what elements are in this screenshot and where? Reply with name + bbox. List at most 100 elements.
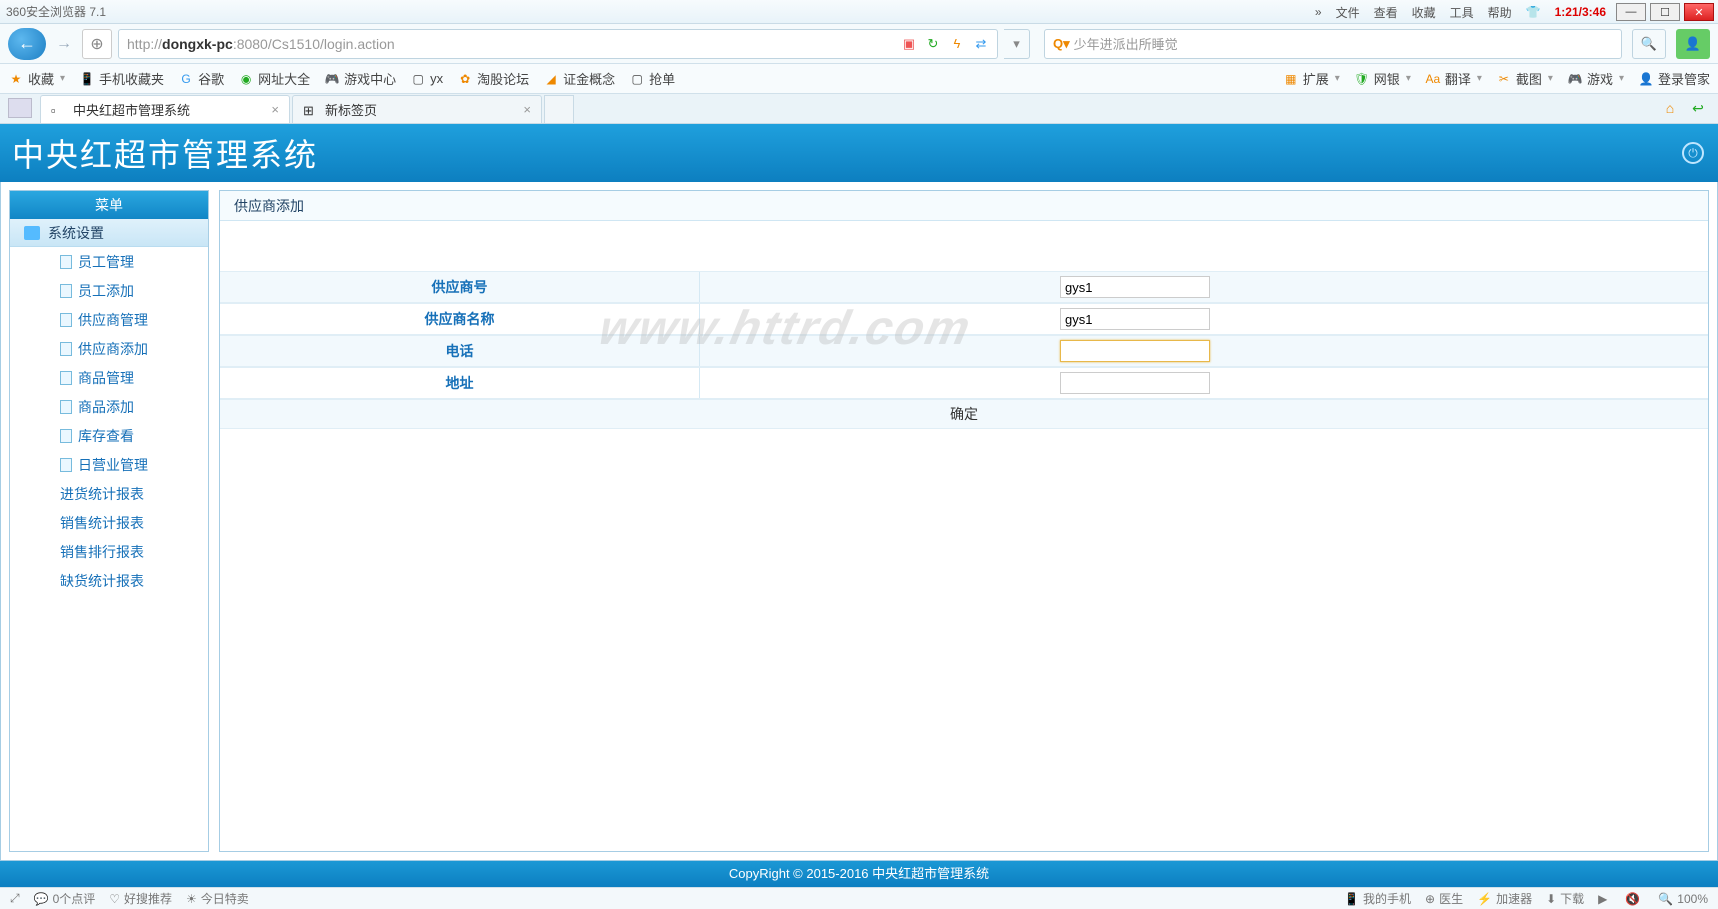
bookmark-icon: ★ [8,71,24,87]
tab-close-button[interactable]: × [271,102,279,117]
status-right-1[interactable]: ⊕医生 [1425,890,1463,907]
input-address[interactable] [1060,372,1210,394]
bookmark-icon: G [178,71,194,87]
search-button[interactable]: 🔍 [1632,29,1666,59]
bookmark-item-6[interactable]: ✿淘股论坛 [457,69,529,88]
status-right-0[interactable]: 📱我的手机 [1344,890,1411,907]
status-label: 今日特卖 [201,890,249,907]
sidebar-item-1[interactable]: 员工添加 [10,276,208,305]
toolbar-item-1[interactable]: 🛡网银▾ [1354,69,1411,88]
power-icon[interactable]: ⏻ [1682,142,1704,164]
refresh-icon[interactable]: ↻ [925,36,941,52]
document-icon [60,284,72,298]
menu-tools[interactable]: 工具 [1444,4,1480,21]
status-indicator-icon[interactable]: ⤢ [10,891,20,906]
block-icon[interactable]: ▣ [901,36,917,52]
bookmark-icon: ◉ [238,71,254,87]
status-label: 下载 [1560,890,1584,907]
bookmark-item-0[interactable]: ★收藏▾ [8,69,65,88]
sidebar-item-label: 商品管理 [78,368,134,388]
sidebar-item-5[interactable]: 商品添加 [10,392,208,421]
tab-0[interactable]: ▫中央红超市管理系统× [40,95,290,123]
status-right-4[interactable]: ▶ [1598,892,1611,906]
restore-icon[interactable]: ↩ [1688,98,1708,118]
sidebar-header: 菜单 [10,191,208,219]
chevron-down-icon: ▾ [1477,73,1482,84]
tab-1[interactable]: ⊞新标签页× [292,95,542,123]
toolbar-item-4[interactable]: 🎮游戏▾ [1567,69,1624,88]
nav-back-button[interactable]: ← [8,28,46,60]
status-icon: ☀ [186,892,197,906]
menu-file[interactable]: 文件 [1330,4,1366,21]
sidebar-item-label: 商品添加 [78,397,134,417]
menu-fav[interactable]: 收藏 [1406,4,1442,21]
tab-close-button[interactable]: × [523,102,531,117]
reload-button[interactable]: ⊕ [82,29,112,59]
compat-icon[interactable]: ⇄ [973,36,989,52]
input-phone[interactable] [1060,340,1210,362]
bookmark-item-7[interactable]: ◢证金概念 [543,69,615,88]
skin-icon[interactable]: 👕 [1520,5,1547,19]
input-supplier-no[interactable] [1060,276,1210,298]
submit-button[interactable]: 确定 [940,402,988,426]
status-icon: ▶ [1598,892,1607,906]
input-supplier-name[interactable] [1060,308,1210,330]
sidebar-group-system[interactable]: 系统设置 [10,219,208,247]
bookmark-label: yx [430,71,443,86]
sidebar-item-0[interactable]: 员工管理 [10,247,208,276]
status-right-2[interactable]: ⚡加速器 [1477,890,1532,907]
toolbar-item-5[interactable]: 👤登录管家 [1638,69,1710,88]
toolbar-label: 翻译 [1445,69,1471,88]
lightning-icon[interactable]: ϟ [949,36,965,52]
sidebar-item-3[interactable]: 供应商添加 [10,334,208,363]
sidebar-item-label: 缺货统计报表 [60,571,144,591]
toolbar-item-2[interactable]: Aa翻译▾ [1425,69,1482,88]
sidebar-item-6[interactable]: 库存查看 [10,421,208,450]
search-input[interactable]: Q▾ 少年进派出所睡觉 [1044,29,1622,59]
sidebar-item-10[interactable]: 销售排行报表 [10,537,208,566]
toolbar-label: 截图 [1516,69,1542,88]
app-title: 中央红超市管理系统 [12,130,318,176]
sidebar-item-label: 员工管理 [78,252,134,272]
bookmark-item-1[interactable]: 📱手机收藏夹 [79,69,164,88]
bookmark-item-8[interactable]: ▢抢单 [629,69,675,88]
toolbar-item-3[interactable]: ✂截图▾ [1496,69,1553,88]
sidebar-item-9[interactable]: 销售统计报表 [10,508,208,537]
window-maximize-button[interactable]: ☐ [1650,3,1680,21]
bookmark-item-5[interactable]: ▢yx [410,69,443,88]
bookmark-item-4[interactable]: 🎮游戏中心 [324,69,396,88]
sidebar-item-2[interactable]: 供应商管理 [10,305,208,334]
bookmark-item-3[interactable]: ◉网址大全 [238,69,310,88]
chevron-down-icon: ▾ [1335,73,1340,84]
status-right-5[interactable]: 🔇 [1625,892,1644,906]
nav-forward-button[interactable]: → [52,32,76,56]
window-minimize-button[interactable]: — [1616,3,1646,21]
sidebar-item-7[interactable]: 日营业管理 [10,450,208,479]
document-icon [60,458,72,472]
status-left-0[interactable]: 💬0个点评 [34,890,96,907]
status-right-6[interactable]: 🔍100% [1658,892,1708,906]
toolbar-label: 登录管家 [1658,69,1710,88]
tab-handle-icon[interactable] [8,98,32,118]
menu-more[interactable]: » [1309,5,1328,19]
new-tab-button[interactable] [544,95,574,123]
sidebar-item-4[interactable]: 商品管理 [10,363,208,392]
status-left-2[interactable]: ☀ 今日特卖 [186,890,249,907]
toolbar-item-0[interactable]: ▦扩展▾ [1283,69,1340,88]
url-dropdown-button[interactable]: ▾ [1004,29,1030,59]
bookmark-item-2[interactable]: G谷歌 [178,69,224,88]
status-right-3[interactable]: ⬇下载 [1546,890,1584,907]
home-icon[interactable]: ⌂ [1660,98,1680,118]
tab-label: 新标签页 [325,100,377,119]
chevron-down-icon: ▾ [60,73,65,84]
account-button[interactable]: 👤 [1676,29,1710,59]
status-left-1[interactable]: ♡好搜推荐 [109,890,172,907]
menu-help[interactable]: 帮助 [1482,4,1518,21]
window-close-button[interactable]: ✕ [1684,3,1714,21]
toolbar-label: 扩展 [1303,69,1329,88]
url-input[interactable]: http://dongxk-pc:8080/Cs1510/login.actio… [118,29,998,59]
sidebar-item-8[interactable]: 进货统计报表 [10,479,208,508]
sidebar-item-11[interactable]: 缺货统计报表 [10,566,208,595]
menu-view[interactable]: 查看 [1368,4,1404,21]
toolbar-icon: 🎮 [1567,71,1583,87]
